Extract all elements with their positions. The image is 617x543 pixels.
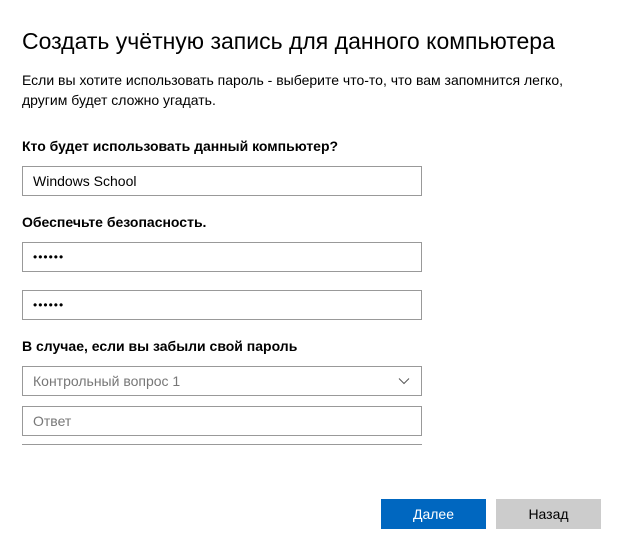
chevron-down-icon <box>397 374 411 388</box>
account-setup-form: Создать учётную запись для данного компь… <box>0 0 617 445</box>
back-button[interactable]: Назад <box>496 499 601 529</box>
security-section-label: Обеспечьте безопасность. <box>22 214 595 230</box>
forgot-section-label: В случае, если вы забыли свой пароль <box>22 338 595 354</box>
username-input[interactable] <box>22 166 422 196</box>
page-title: Создать учётную запись для данного компь… <box>22 28 595 55</box>
username-section-label: Кто будет использовать данный компьютер? <box>22 138 595 154</box>
password-input[interactable] <box>22 242 422 272</box>
divider <box>22 444 422 445</box>
page-subtitle: Если вы хотите использовать пароль - выб… <box>22 71 595 110</box>
footer-actions: Далее Назад <box>381 499 601 529</box>
next-button[interactable]: Далее <box>381 499 486 529</box>
security-question-select[interactable]: Контрольный вопрос 1 <box>22 366 422 396</box>
security-question-text: Контрольный вопрос 1 <box>33 373 397 389</box>
security-answer-input[interactable] <box>22 406 422 436</box>
password-confirm-input[interactable] <box>22 290 422 320</box>
